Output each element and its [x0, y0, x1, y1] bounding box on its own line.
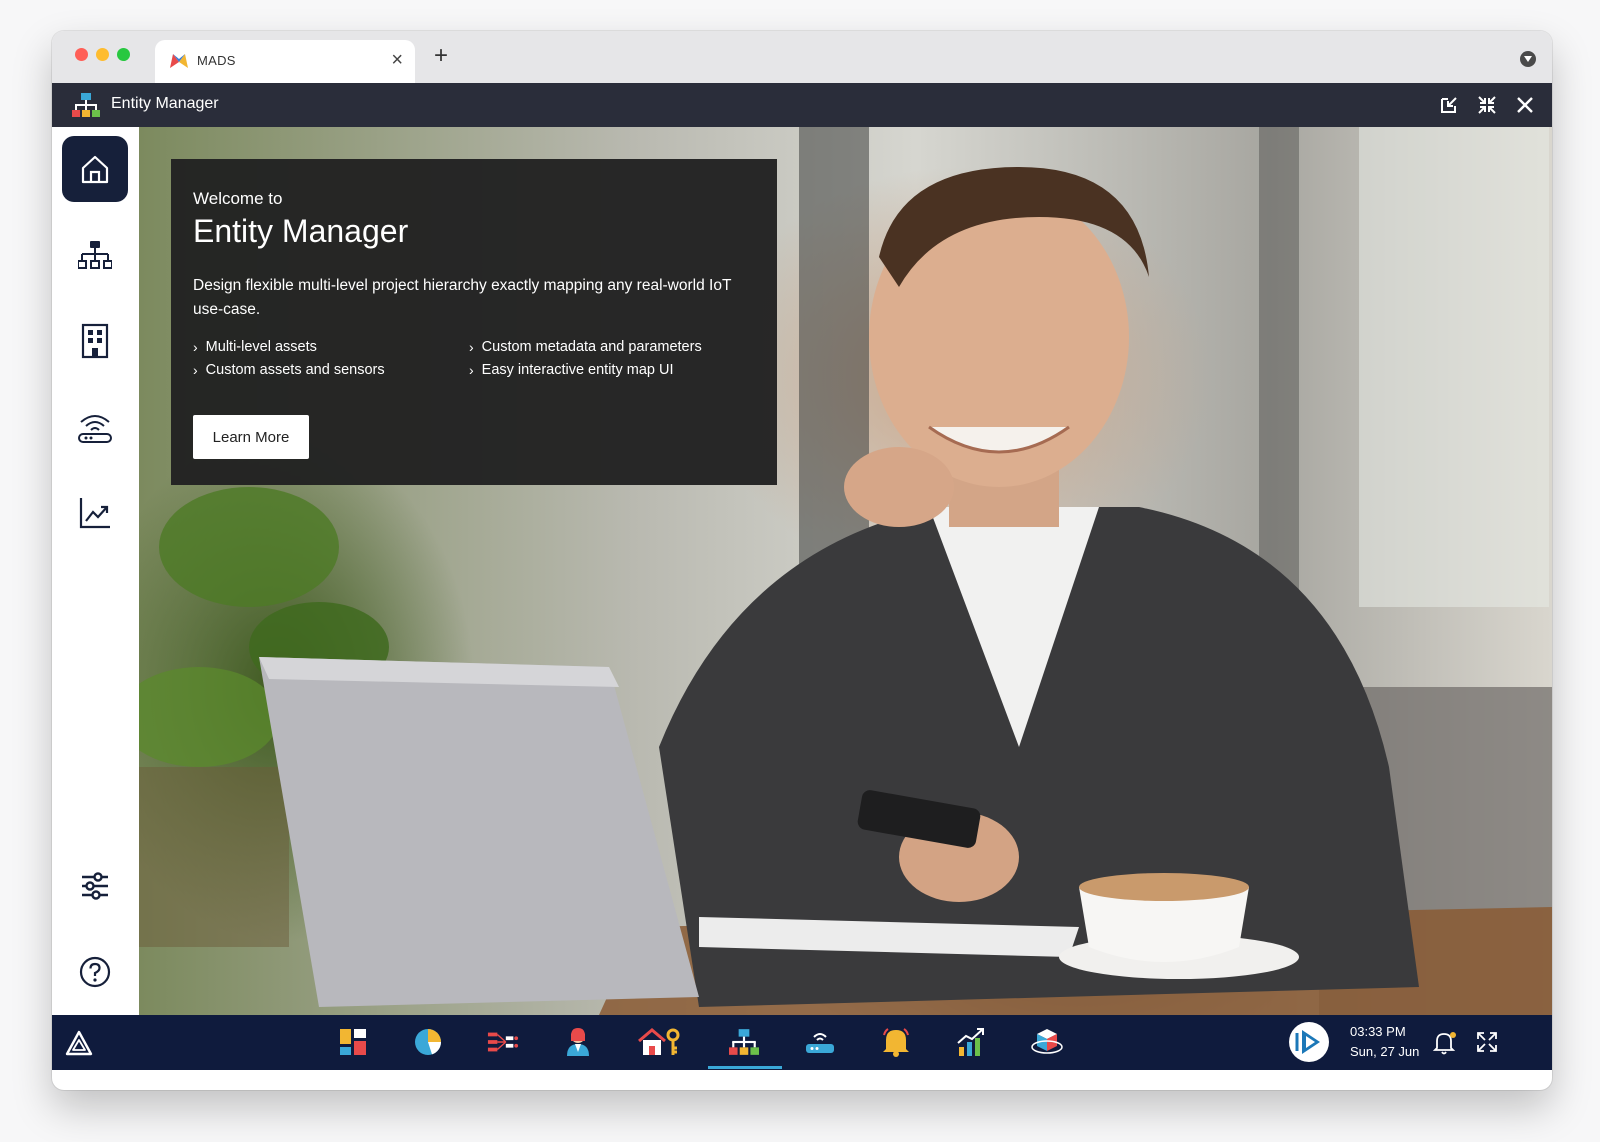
app-header: Entity Manager [52, 83, 1552, 127]
sidebar-item-help[interactable] [62, 939, 128, 1005]
hierarchy-icon [78, 241, 112, 269]
welcome-title: Entity Manager [193, 213, 409, 249]
taskbar-app-gateway[interactable] [804, 1026, 836, 1058]
analytics-icon [79, 498, 110, 529]
growth-chart-icon [957, 1028, 984, 1056]
hero-banner: Welcome to Entity Manager Design flexibl… [139, 127, 1552, 1015]
feature-item: › Custom metadata and parameters [469, 339, 702, 355]
collapse-icon[interactable] [1476, 94, 1498, 116]
feature-item: › Easy interactive entity map UI [469, 362, 673, 378]
home-icon [81, 155, 109, 184]
feature-item: › Multi-level assets [193, 339, 317, 355]
feature-label: Custom metadata and parameters [481, 339, 702, 355]
chevron-right-icon: › [193, 339, 198, 355]
entity-hierarchy-icon [729, 1029, 759, 1055]
user-avatar[interactable] [1288, 1021, 1330, 1063]
sidebar-item-building[interactable] [62, 308, 128, 374]
tab-close-icon[interactable]: × [391, 48, 403, 72]
close-window-button[interactable] [75, 48, 88, 61]
cube-network-icon [1031, 1029, 1063, 1054]
welcome-description: Design flexible multi-level project hier… [193, 277, 732, 318]
minimize-window-button[interactable] [96, 48, 109, 61]
help-icon [79, 956, 111, 988]
tab-title: MADS [197, 53, 236, 68]
taskbar-app-digital-twin[interactable] [1031, 1026, 1063, 1058]
bell-alert-icon [883, 1028, 909, 1057]
chevron-right-icon: › [469, 362, 474, 378]
feature-label: Multi-level assets [205, 339, 317, 355]
taskbar-app-dataflow[interactable] [487, 1026, 519, 1058]
taskbar-app-entity-manager[interactable] [728, 1026, 760, 1058]
feature-item: › Custom assets and sensors [193, 362, 385, 378]
mads-logo-icon [170, 54, 188, 68]
user-icon [567, 1028, 589, 1056]
taskbar-app-analytics[interactable] [412, 1026, 444, 1058]
taskbar-app-reports[interactable] [955, 1026, 987, 1058]
settings-sliders-icon [82, 872, 108, 900]
data-flow-icon [487, 1032, 519, 1052]
chevron-right-icon: › [469, 339, 474, 355]
fullscreen-icon[interactable] [1476, 1031, 1498, 1053]
chevron-right-icon: › [193, 362, 198, 378]
sidebar-item-hierarchy[interactable] [62, 222, 128, 288]
warning-triangle-icon[interactable] [65, 1030, 93, 1056]
maximize-window-button[interactable] [117, 48, 130, 61]
clock-time: 03:33 PM [1350, 1024, 1406, 1039]
taskbar-app-property[interactable] [637, 1026, 681, 1058]
chevron-down-icon[interactable] [1520, 51, 1536, 67]
sidebar [52, 127, 139, 1015]
taskbar: 03:33 PM Sun, 27 Jun [52, 1015, 1552, 1070]
new-tab-button[interactable]: + [434, 43, 448, 69]
welcome-pretitle: Welcome to [193, 189, 283, 208]
sidebar-item-settings[interactable] [62, 853, 128, 919]
sidebar-item-gateway[interactable] [62, 395, 128, 461]
active-app-indicator [708, 1066, 782, 1069]
learn-more-button[interactable]: Learn More [193, 415, 309, 459]
building-icon [81, 323, 109, 359]
pie-chart-icon [415, 1029, 442, 1055]
router-icon [78, 415, 112, 443]
home-key-icon [638, 1028, 680, 1055]
browser-chrome: MADS × + [52, 31, 1552, 83]
feature-label: Easy interactive entity map UI [481, 362, 674, 378]
notification-bell-icon[interactable] [1432, 1030, 1458, 1056]
pop-out-icon[interactable] [1438, 94, 1460, 116]
entity-manager-logo-icon [72, 93, 100, 117]
clock-date: Sun, 27 Jun [1350, 1044, 1420, 1059]
taskbar-app-users[interactable] [562, 1026, 594, 1058]
welcome-card: Welcome to Entity Manager Design flexibl… [171, 159, 777, 485]
browser-tab[interactable]: MADS × [155, 40, 415, 83]
app-window: MADS × + Entity Manager Welcome to Entit… [52, 31, 1552, 1090]
taskbar-app-alerts[interactable] [880, 1026, 912, 1058]
close-icon[interactable] [1514, 94, 1536, 116]
dashboard-icon [340, 1029, 366, 1055]
sidebar-item-home[interactable] [62, 136, 128, 202]
feature-label: Custom assets and sensors [205, 362, 385, 378]
app-title: Entity Manager [111, 95, 219, 112]
sidebar-item-analytics[interactable] [62, 480, 128, 546]
taskbar-app-dashboard[interactable] [337, 1026, 369, 1058]
gateway-icon [806, 1033, 834, 1053]
